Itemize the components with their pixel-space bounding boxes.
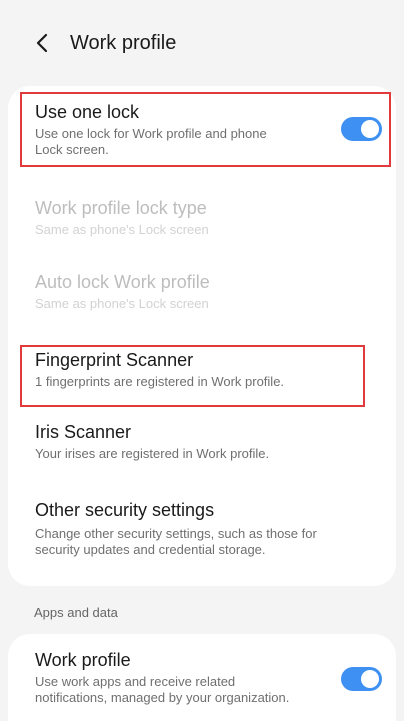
lock-type-title: Work profile lock type — [35, 198, 207, 218]
use-one-lock-subtitle-line1: Use one lock for Work profile and phone — [35, 126, 267, 141]
work-profile-toggle[interactable] — [341, 667, 382, 691]
chevron-left-icon — [36, 33, 48, 53]
back-button[interactable] — [30, 26, 54, 60]
fingerprint-subtitle: 1 fingerprints are registered in Work pr… — [35, 374, 285, 389]
iris-scanner-item[interactable]: Iris Scanner Your irises are registered … — [8, 406, 396, 472]
toggle-knob — [361, 670, 379, 688]
use-one-lock-toggle[interactable] — [341, 117, 382, 141]
page-title: Work profile — [70, 32, 177, 54]
auto-lock-subtitle: Same as phone's Lock screen — [35, 296, 209, 311]
use-one-lock-item[interactable]: Use one lock Use one lock for Work profi… — [8, 86, 396, 166]
iris-title: Iris Scanner — [35, 422, 132, 442]
work-profile-title: Work profile — [35, 650, 131, 670]
work-profile-item[interactable]: Work profile Use work apps and receive r… — [8, 634, 396, 721]
toggle-knob — [361, 120, 379, 138]
auto-lock-work-profile-item: Auto lock Work profile Same as phone's L… — [8, 256, 396, 318]
work-profile-lock-type-item: Work profile lock type Same as phone's L… — [8, 182, 396, 244]
screen: Work profile Use one lock Use one lock f… — [0, 0, 404, 721]
work-profile-subtitle-line2: notifications, managed by your organizat… — [35, 690, 290, 705]
apps-data-card: Work profile Use work apps and receive r… — [8, 634, 396, 721]
apps-and-data-header: Apps and data — [34, 605, 118, 620]
use-one-lock-title: Use one lock — [35, 102, 140, 122]
other-security-settings-item[interactable]: Other security settings Change other sec… — [8, 484, 396, 574]
lock-type-subtitle: Same as phone's Lock screen — [35, 222, 209, 237]
other-security-subtitle-line1: Change other security settings, such as … — [35, 526, 317, 541]
fingerprint-title: Fingerprint Scanner — [35, 350, 194, 370]
other-security-title: Other security settings — [35, 500, 215, 520]
fingerprint-scanner-item[interactable]: Fingerprint Scanner 1 fingerprints are r… — [8, 334, 396, 398]
app-bar: Work profile — [0, 0, 404, 84]
work-profile-subtitle-line1: Use work apps and receive related — [35, 674, 236, 689]
use-one-lock-subtitle-line2: Lock screen. — [35, 142, 109, 157]
security-settings-card: Use one lock Use one lock for Work profi… — [8, 86, 396, 586]
other-security-subtitle-line2: security updates and credential storage. — [35, 542, 266, 557]
auto-lock-title: Auto lock Work profile — [35, 272, 210, 292]
iris-subtitle: Your irises are registered in Work profi… — [35, 446, 270, 461]
